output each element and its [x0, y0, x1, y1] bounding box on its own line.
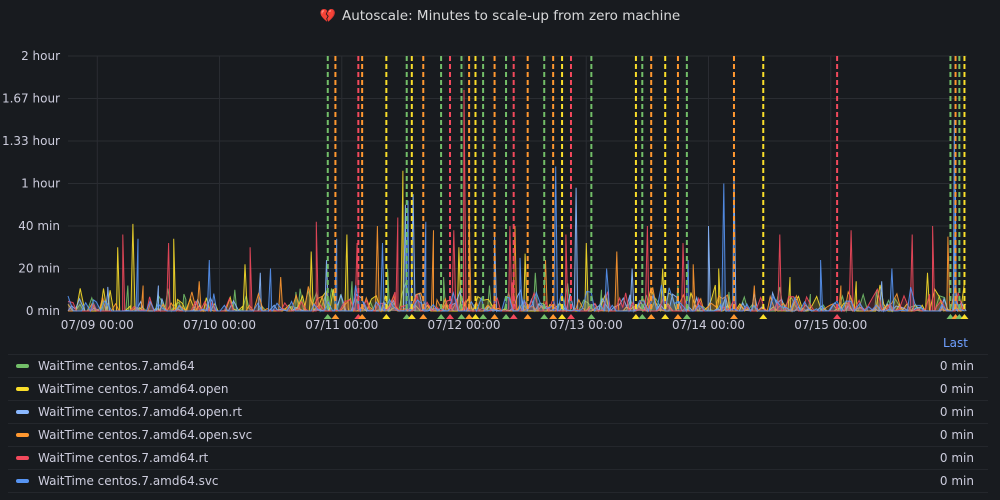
y-tick-label: 2 hour: [21, 49, 60, 63]
annotation-marker: [833, 314, 842, 319]
legend-item[interactable]: WaitTime centos.7.amd64.open.rt 0 min: [8, 400, 988, 423]
legend-header: Last: [8, 332, 988, 354]
y-tick-label: 1.33 hour: [2, 134, 60, 148]
annotation-marker: [566, 314, 575, 319]
x-tick-label: 07/13 00:00: [550, 318, 623, 332]
x-tick-label: 07/11 00:00: [305, 318, 378, 332]
annotation-marker: [587, 314, 596, 319]
annotation-marker: [673, 314, 682, 319]
annotation-marker: [661, 314, 670, 319]
y-tick-label: 1 hour: [21, 177, 60, 191]
annotation-marker: [631, 314, 640, 319]
annotation-marker: [682, 314, 691, 319]
legend-item[interactable]: WaitTime centos.7.amd64.rt 0 min: [8, 446, 988, 469]
annotation-marker: [419, 314, 428, 319]
annotation-marker: [457, 314, 466, 319]
annotation-marker: [323, 314, 332, 319]
series-last-value: 0 min: [939, 451, 974, 465]
legend-item[interactable]: WaitTime centos.7.amd64.svc 0 min: [8, 469, 988, 493]
time-series-chart[interactable]: 0 min 20 min 40 min 1 hour 1.33 hour 1.67 hou…: [0, 0, 1000, 335]
annotation-marker: [638, 314, 647, 319]
series-name[interactable]: WaitTime centos.7.amd64.rt: [38, 451, 940, 465]
legend-item[interactable]: WaitTime centos.7.amd64.open 0 min: [8, 377, 988, 400]
series-color-swatch: [16, 456, 29, 460]
series-last-value: 0 min: [939, 474, 974, 488]
annotation-marker: [729, 314, 738, 319]
annotation-marker: [479, 314, 488, 319]
y-tick-label: 40 min: [18, 219, 60, 233]
annotation-marker: [540, 314, 549, 319]
broken-heart-icon: 💔: [319, 8, 336, 24]
series-name[interactable]: WaitTime centos.7.amd64.svc: [38, 474, 940, 488]
series-color-swatch: [16, 364, 29, 368]
series-name[interactable]: WaitTime centos.7.amd64.open: [38, 382, 940, 396]
annotation-marker: [446, 314, 455, 319]
y-tick-label: 20 min: [18, 262, 60, 276]
series-last-value: 0 min: [939, 382, 974, 396]
legend-table: Last WaitTime centos.7.amd64 0 min WaitT…: [8, 332, 988, 493]
annotation-marker: [465, 314, 474, 319]
annotation-marker: [960, 314, 969, 319]
series-name[interactable]: WaitTime centos.7.amd64.open.svc: [38, 428, 940, 442]
series-color-swatch: [16, 410, 29, 414]
annotation-marker: [471, 314, 480, 319]
series-color-swatch: [16, 479, 29, 483]
x-tick-label: 07/15 00:00: [794, 318, 867, 332]
series-last-value: 0 min: [939, 428, 974, 442]
annotation-marker: [331, 314, 340, 319]
y-tick-label: 0 min: [26, 304, 60, 318]
series-last-value: 0 min: [939, 359, 974, 373]
annotation-marker: [759, 314, 768, 319]
series-last-value: 0 min: [939, 405, 974, 419]
annotation-marker: [437, 314, 446, 319]
legend-column-last[interactable]: Last: [943, 336, 968, 350]
series-area: [68, 179, 967, 311]
legend-item[interactable]: WaitTime centos.7.amd64 0 min: [8, 354, 988, 377]
panel-title-text: Autoscale: Minutes to scale-up from zero…: [341, 8, 681, 24]
series-name[interactable]: WaitTime centos.7.amd64.open.rt: [38, 405, 940, 419]
annotation-marker: [509, 314, 518, 319]
x-tick-label: 07/09 00:00: [61, 318, 134, 332]
y-tick-label: 1.67 hour: [2, 92, 60, 106]
annotation-marker: [558, 314, 567, 319]
series-color-swatch: [16, 387, 29, 391]
legend-item[interactable]: WaitTime centos.7.amd64.open.svc 0 min: [8, 423, 988, 446]
x-tick-label: 07/10 00:00: [183, 318, 256, 332]
annotation-marker: [407, 314, 416, 319]
annotation-marker: [549, 314, 558, 319]
series-line: [67, 179, 967, 313]
annotation-marker: [523, 314, 532, 319]
series-color-swatch: [16, 433, 29, 437]
x-tick-label: 07/12 00:00: [428, 318, 501, 332]
annotation-marker: [502, 314, 511, 319]
annotation-marker: [647, 314, 656, 319]
annotation-marker: [490, 314, 499, 319]
panel-title[interactable]: 💔 Autoscale: Minutes to scale-up from ze…: [0, 6, 1000, 26]
annotation-marker: [382, 314, 391, 319]
x-tick-label: 07/14 00:00: [672, 318, 745, 332]
series-name[interactable]: WaitTime centos.7.amd64: [38, 359, 940, 373]
